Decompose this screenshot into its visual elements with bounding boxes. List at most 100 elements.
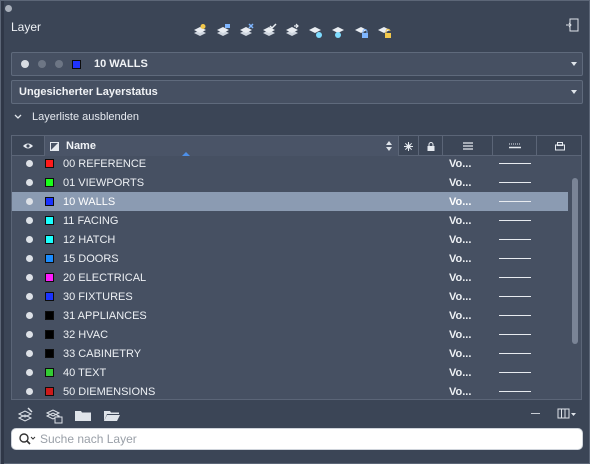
new-layer-button[interactable] bbox=[191, 22, 209, 40]
layer-linetype[interactable]: Vo... bbox=[449, 196, 471, 208]
layer-color-swatch[interactable] bbox=[45, 387, 54, 396]
table-row[interactable]: 12 HATCH Vo... bbox=[12, 230, 568, 249]
layer-lineweight[interactable] bbox=[499, 277, 531, 278]
layer-color-swatch[interactable] bbox=[45, 349, 54, 358]
unlock-icon bbox=[378, 27, 391, 38]
visibility-toggle[interactable] bbox=[26, 236, 33, 243]
folder-open-icon[interactable] bbox=[103, 406, 121, 424]
header-linetype[interactable] bbox=[443, 136, 493, 156]
visibility-toggle[interactable] bbox=[26, 160, 33, 167]
visibility-toggle[interactable] bbox=[26, 293, 33, 300]
layer-states-button[interactable] bbox=[283, 22, 301, 40]
layer-properties-icon[interactable] bbox=[16, 406, 34, 424]
table-row[interactable]: 15 DOORS Vo... bbox=[12, 249, 568, 268]
table-row[interactable]: 32 HVAC Vo... bbox=[12, 325, 568, 344]
table-row[interactable]: 40 TEXT Vo... bbox=[12, 363, 568, 382]
layer-linetype[interactable]: Vo... bbox=[449, 215, 471, 227]
lock-layer-button[interactable] bbox=[352, 22, 370, 40]
layer-linetype[interactable]: Vo... bbox=[449, 329, 471, 341]
minimize-icon[interactable] bbox=[531, 413, 540, 414]
layer-linetype[interactable]: Vo... bbox=[449, 386, 471, 398]
scroll-thumb[interactable] bbox=[572, 178, 578, 344]
layer-lineweight[interactable] bbox=[499, 353, 531, 354]
layer-lineweight[interactable] bbox=[499, 372, 531, 373]
layer-lineweight[interactable] bbox=[499, 258, 531, 259]
isolate-button[interactable] bbox=[306, 22, 324, 40]
visibility-toggle[interactable] bbox=[26, 369, 33, 376]
window-detach-icon[interactable] bbox=[565, 18, 579, 32]
header-lineweight[interactable] bbox=[493, 136, 537, 156]
layer-lineweight[interactable] bbox=[499, 182, 531, 183]
layer-status-dropdown[interactable]: Ungesicherter Layerstatus bbox=[11, 80, 583, 104]
header-name[interactable]: Name bbox=[45, 136, 399, 156]
layer-color-swatch[interactable] bbox=[45, 235, 54, 244]
table-row[interactable]: 33 CABINETRY Vo... bbox=[12, 344, 568, 363]
layer-lineweight[interactable] bbox=[499, 220, 531, 221]
table-scrollbar[interactable] bbox=[568, 156, 581, 399]
table-row[interactable]: 20 ELECTRICAL Vo... bbox=[12, 268, 568, 287]
header-visibility[interactable] bbox=[12, 136, 45, 156]
layer-linetype[interactable]: Vo... bbox=[449, 158, 471, 170]
layer-lineweight[interactable] bbox=[499, 315, 531, 316]
layer-linetype[interactable]: Vo... bbox=[449, 253, 471, 265]
table-header: Name bbox=[12, 136, 581, 156]
layer-search[interactable] bbox=[11, 428, 583, 450]
visibility-toggle[interactable] bbox=[26, 350, 33, 357]
search-input[interactable] bbox=[40, 432, 560, 446]
layer-linetype[interactable]: Vo... bbox=[449, 234, 471, 246]
layer-color-swatch[interactable] bbox=[45, 330, 54, 339]
panel-close-dot[interactable] bbox=[5, 5, 12, 12]
table-row[interactable]: 01 VIEWPORTS Vo... bbox=[12, 173, 568, 192]
layer-color-swatch[interactable] bbox=[45, 311, 54, 320]
folder-icon[interactable] bbox=[74, 406, 92, 424]
table-row[interactable]: 30 FIXTURES Vo... bbox=[12, 287, 568, 306]
collapse-layer-list-toggle[interactable]: Layerliste ausblenden bbox=[14, 111, 139, 123]
visibility-toggle[interactable] bbox=[26, 198, 33, 205]
header-freeze[interactable] bbox=[399, 136, 419, 156]
layer-color-swatch[interactable] bbox=[45, 178, 54, 187]
layer-linetype[interactable]: Vo... bbox=[449, 291, 471, 303]
layer-linetype[interactable]: Vo... bbox=[449, 272, 471, 284]
visibility-toggle[interactable] bbox=[26, 179, 33, 186]
layer-color-swatch[interactable] bbox=[45, 368, 54, 377]
visibility-toggle[interactable] bbox=[26, 388, 33, 395]
layer-lineweight[interactable] bbox=[499, 163, 531, 164]
visibility-toggle[interactable] bbox=[26, 312, 33, 319]
visibility-toggle[interactable] bbox=[26, 255, 33, 262]
table-row[interactable]: 31 APPLIANCES Vo... bbox=[12, 306, 568, 325]
layer-color-swatch[interactable] bbox=[45, 216, 54, 225]
layer-color-swatch[interactable] bbox=[45, 197, 54, 206]
table-row[interactable]: 00 REFERENCE Vo... bbox=[12, 154, 568, 173]
header-lock[interactable] bbox=[419, 136, 443, 156]
columns-menu-icon[interactable] bbox=[557, 407, 577, 421]
set-current-button[interactable] bbox=[260, 22, 278, 40]
layer-linetype[interactable]: Vo... bbox=[449, 310, 471, 322]
layer-color-swatch[interactable] bbox=[45, 292, 54, 301]
visibility-toggle[interactable] bbox=[26, 217, 33, 224]
layer-lineweight[interactable] bbox=[499, 239, 531, 240]
layer-color-swatch[interactable] bbox=[45, 273, 54, 282]
delete-layer-button[interactable] bbox=[237, 22, 255, 40]
table-row[interactable]: 11 FACING Vo... bbox=[12, 211, 568, 230]
unlock-layer-button[interactable] bbox=[375, 22, 393, 40]
layer-lineweight[interactable] bbox=[499, 296, 531, 297]
table-row[interactable]: 50 DIEMENSIONS Vo... bbox=[12, 382, 568, 399]
layer-filter-icon[interactable] bbox=[45, 406, 63, 424]
new-vp-frozen-layer-button[interactable] bbox=[214, 22, 232, 40]
current-layer-dropdown[interactable]: 10 WALLS bbox=[11, 52, 583, 76]
visibility-toggle[interactable] bbox=[26, 274, 33, 281]
layer-color-swatch[interactable] bbox=[45, 254, 54, 263]
lineweight-icon bbox=[508, 143, 521, 149]
layer-color-swatch[interactable] bbox=[45, 159, 54, 168]
layer-linetype[interactable]: Vo... bbox=[449, 348, 471, 360]
layer-lineweight[interactable] bbox=[499, 334, 531, 335]
unisolate-button[interactable] bbox=[329, 22, 347, 40]
visibility-toggle[interactable] bbox=[26, 331, 33, 338]
layer-linetype[interactable]: Vo... bbox=[449, 177, 471, 189]
layer-lineweight[interactable] bbox=[499, 391, 531, 392]
table-row[interactable]: 10 WALLS Vo... bbox=[12, 192, 568, 211]
header-plot[interactable] bbox=[537, 136, 581, 156]
layer-linetype[interactable]: Vo... bbox=[449, 367, 471, 379]
layer-lineweight[interactable] bbox=[499, 201, 531, 202]
layer-states-icon bbox=[286, 23, 299, 36]
